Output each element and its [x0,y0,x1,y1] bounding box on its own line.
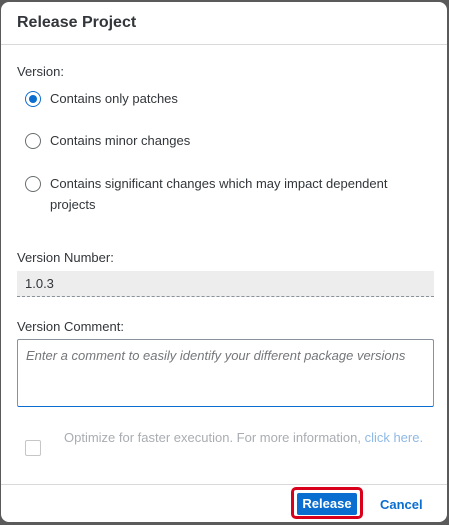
version-number-label: Version Number: [17,250,114,265]
click-here-link[interactable]: click here. [365,430,424,445]
optimize-checkbox[interactable] [25,440,41,456]
release-button[interactable]: Release [297,493,357,515]
dialog-header: Release Project [1,2,447,45]
version-comment-label: Version Comment: [17,319,124,334]
radio-option-minor[interactable]: Contains minor changes [25,133,420,151]
radio-button-significant[interactable] [25,176,41,192]
radio-label-patches: Contains only patches [50,91,178,106]
dialog-title: Release Project [17,14,137,31]
radio-option-significant[interactable]: Contains significant changes which may i… [25,176,420,215]
radio-label-significant: Contains significant changes which may i… [50,176,388,212]
release-project-dialog: Release Project Version: Contains only p… [1,2,447,522]
cancel-button[interactable]: Cancel [380,497,423,512]
optimize-text: Optimize for faster execution. For more … [64,430,365,445]
version-comment-textarea[interactable]: Enter a comment to easily identify your … [17,339,434,407]
version-label: Version: [17,64,64,79]
radio-button-patches[interactable] [25,91,41,107]
radio-button-minor[interactable] [25,133,41,149]
radio-option-patches[interactable]: Contains only patches [25,91,420,109]
optimize-description: Optimize for faster execution. For more … [64,427,434,448]
radio-label-minor: Contains minor changes [50,133,191,148]
version-number-field: 1.0.3 [17,271,434,297]
